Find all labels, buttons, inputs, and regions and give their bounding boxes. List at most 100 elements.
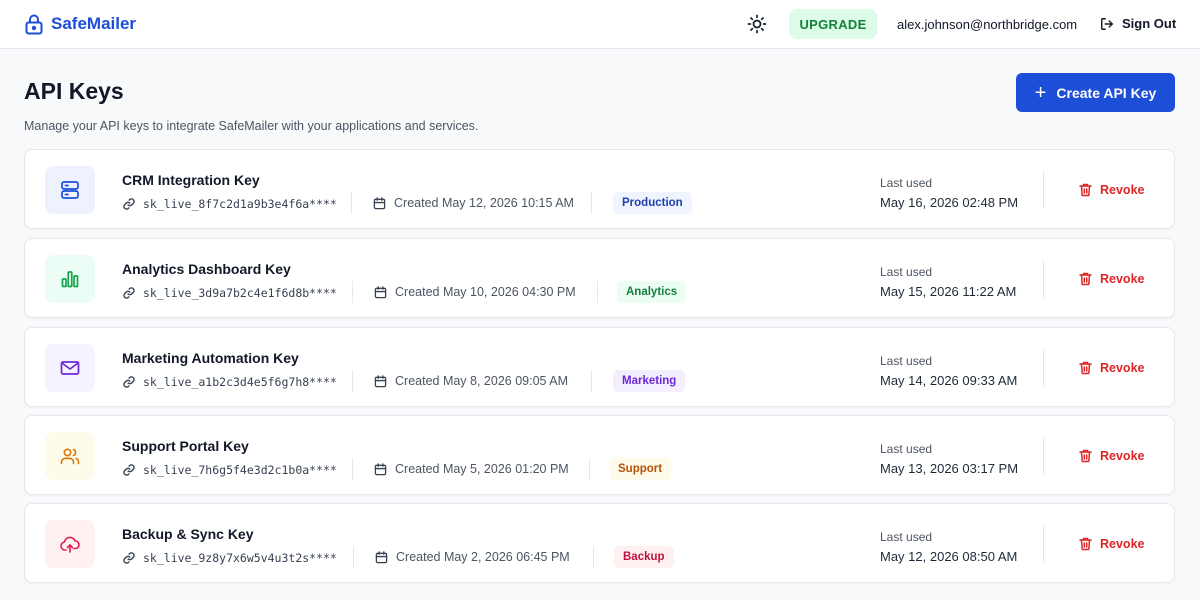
api-key-card: CRM Integration Key sk_live_8f7c2d1a9b3e… [24,149,1175,229]
last-used-value: May 13, 2026 03:17 PM [880,461,1019,476]
revoke-label: Revoke [1100,449,1145,463]
revoke-label: Revoke [1100,537,1145,551]
sign-out-icon [1101,17,1113,30]
divider [591,192,592,214]
mail-icon [60,361,80,375]
key-name: Marketing Automation Key [122,350,299,366]
revoke-button[interactable]: Revoke [1079,537,1144,551]
key-value-row: sk_live_9z8y7x6w5v4u3t2s**** [122,549,337,567]
revoke-button[interactable]: Revoke [1079,449,1144,463]
trash-icon [1079,361,1092,375]
created-date-text: Created May 5, 2026 01:20 PM [395,462,569,476]
key-value-row: sk_live_a1b2c3d4e5f6g7h8**** [122,373,337,391]
create-api-key-label: Create API Key [1056,84,1157,101]
last-used-value: May 15, 2026 11:22 AM [880,284,1017,299]
created-date: Created May 10, 2026 04:30 PM [374,285,576,299]
trash-icon [1079,537,1092,551]
created-date-text: Created May 10, 2026 04:30 PM [395,285,576,299]
api-key-card: Analytics Dashboard Key sk_live_3d9a7b2c… [24,238,1175,318]
last-used-value: May 14, 2026 09:33 AM [880,373,1018,388]
key-value-row: sk_live_8f7c2d1a9b3e4f6a**** [122,195,337,213]
divider [1043,171,1044,209]
link-icon [123,552,135,564]
key-value-row: sk_live_3d9a7b2c4e1f6d8b**** [122,284,337,302]
environment-tag: Support [609,458,672,480]
created-date-text: Created May 2, 2026 06:45 PM [396,550,570,564]
users-icon [60,448,80,465]
divider [1043,349,1044,387]
environment-tag: Analytics [617,281,687,303]
top-bar: SafeMailer UPGRADE alex.johnson@northbri… [0,0,1200,49]
bar-chart-icon [61,271,79,288]
divider [593,546,594,568]
last-used-value: May 16, 2026 02:48 PM [880,195,1019,210]
created-date: Created May 2, 2026 06:45 PM [375,550,570,564]
last-used-label: Last used [880,442,933,456]
revoke-button[interactable]: Revoke [1079,361,1144,375]
last-used-label: Last used [880,354,933,368]
created-date: Created May 5, 2026 01:20 PM [374,462,569,476]
key-value-row: sk_live_7h6g5f4e3d2c1b0a**** [122,461,337,479]
key-name: Analytics Dashboard Key [122,261,291,277]
divider [352,370,353,392]
user-email: alex.johnson@northbridge.com [897,17,1078,32]
environment-tag: Production [613,192,692,214]
brand[interactable]: SafeMailer [24,13,136,35]
revoke-label: Revoke [1100,272,1145,286]
page-title: API Keys [24,78,124,104]
sign-out-button[interactable]: Sign Out [1100,16,1176,31]
divider [351,192,352,214]
key-name: CRM Integration Key [122,172,260,188]
brand-name: SafeMailer [51,14,137,33]
divider [353,546,354,568]
divider [352,458,353,480]
sign-out-label: Sign Out [1122,16,1177,31]
divider [589,458,590,480]
key-icon-tile [45,255,95,303]
created-date-text: Created May 12, 2026 10:15 AM [394,196,574,210]
divider [1043,437,1044,475]
divider [352,281,353,303]
api-key-card: Backup & Sync Key sk_live_9z8y7x6w5v4u3t… [24,503,1175,583]
revoke-button[interactable]: Revoke [1079,272,1144,286]
trash-icon [1079,449,1092,463]
key-name: Backup & Sync Key [122,526,254,542]
key-name: Support Portal Key [122,438,249,454]
lock-icon [25,14,43,35]
key-icon-tile [45,432,95,480]
revoke-button[interactable]: Revoke [1079,183,1144,197]
cloud-upload-icon [60,536,80,553]
api-key-card: Support Portal Key sk_live_7h6g5f4e3d2c1… [24,415,1175,495]
link-icon [123,464,135,476]
plus-icon: + [1034,81,1047,104]
trash-icon [1079,272,1092,286]
created-date: Created May 8, 2026 09:05 AM [374,374,568,388]
last-used-label: Last used [880,176,933,190]
created-date-text: Created May 8, 2026 09:05 AM [395,374,569,388]
page-subtitle: Manage your API keys to integrate SafeMa… [24,119,479,133]
key-value: sk_live_3d9a7b2c4e1f6d8b**** [143,286,337,300]
revoke-label: Revoke [1100,361,1145,375]
server-icon [61,181,79,199]
upgrade-button[interactable]: UPGRADE [789,9,877,39]
environment-tag: Backup [614,546,674,568]
create-api-key-button[interactable]: + Create API Key [1016,73,1175,112]
trash-icon [1079,183,1092,197]
calendar-icon [375,550,388,563]
calendar-icon [374,374,387,387]
link-icon [123,198,135,210]
link-icon [123,376,135,388]
key-value: sk_live_9z8y7x6w5v4u3t2s**** [143,551,337,565]
link-icon [123,287,135,299]
divider [1043,525,1044,563]
calendar-icon [373,196,386,209]
sun-icon[interactable] [747,14,767,34]
api-key-card: Marketing Automation Key sk_live_a1b2c3d… [24,327,1175,407]
key-value: sk_live_8f7c2d1a9b3e4f6a**** [143,197,337,211]
last-used-value: May 12, 2026 08:50 AM [880,549,1018,564]
environment-tag: Marketing [613,370,686,392]
calendar-icon [374,285,387,298]
divider [597,281,598,303]
created-date: Created May 12, 2026 10:15 AM [373,196,574,210]
divider [1043,260,1044,298]
